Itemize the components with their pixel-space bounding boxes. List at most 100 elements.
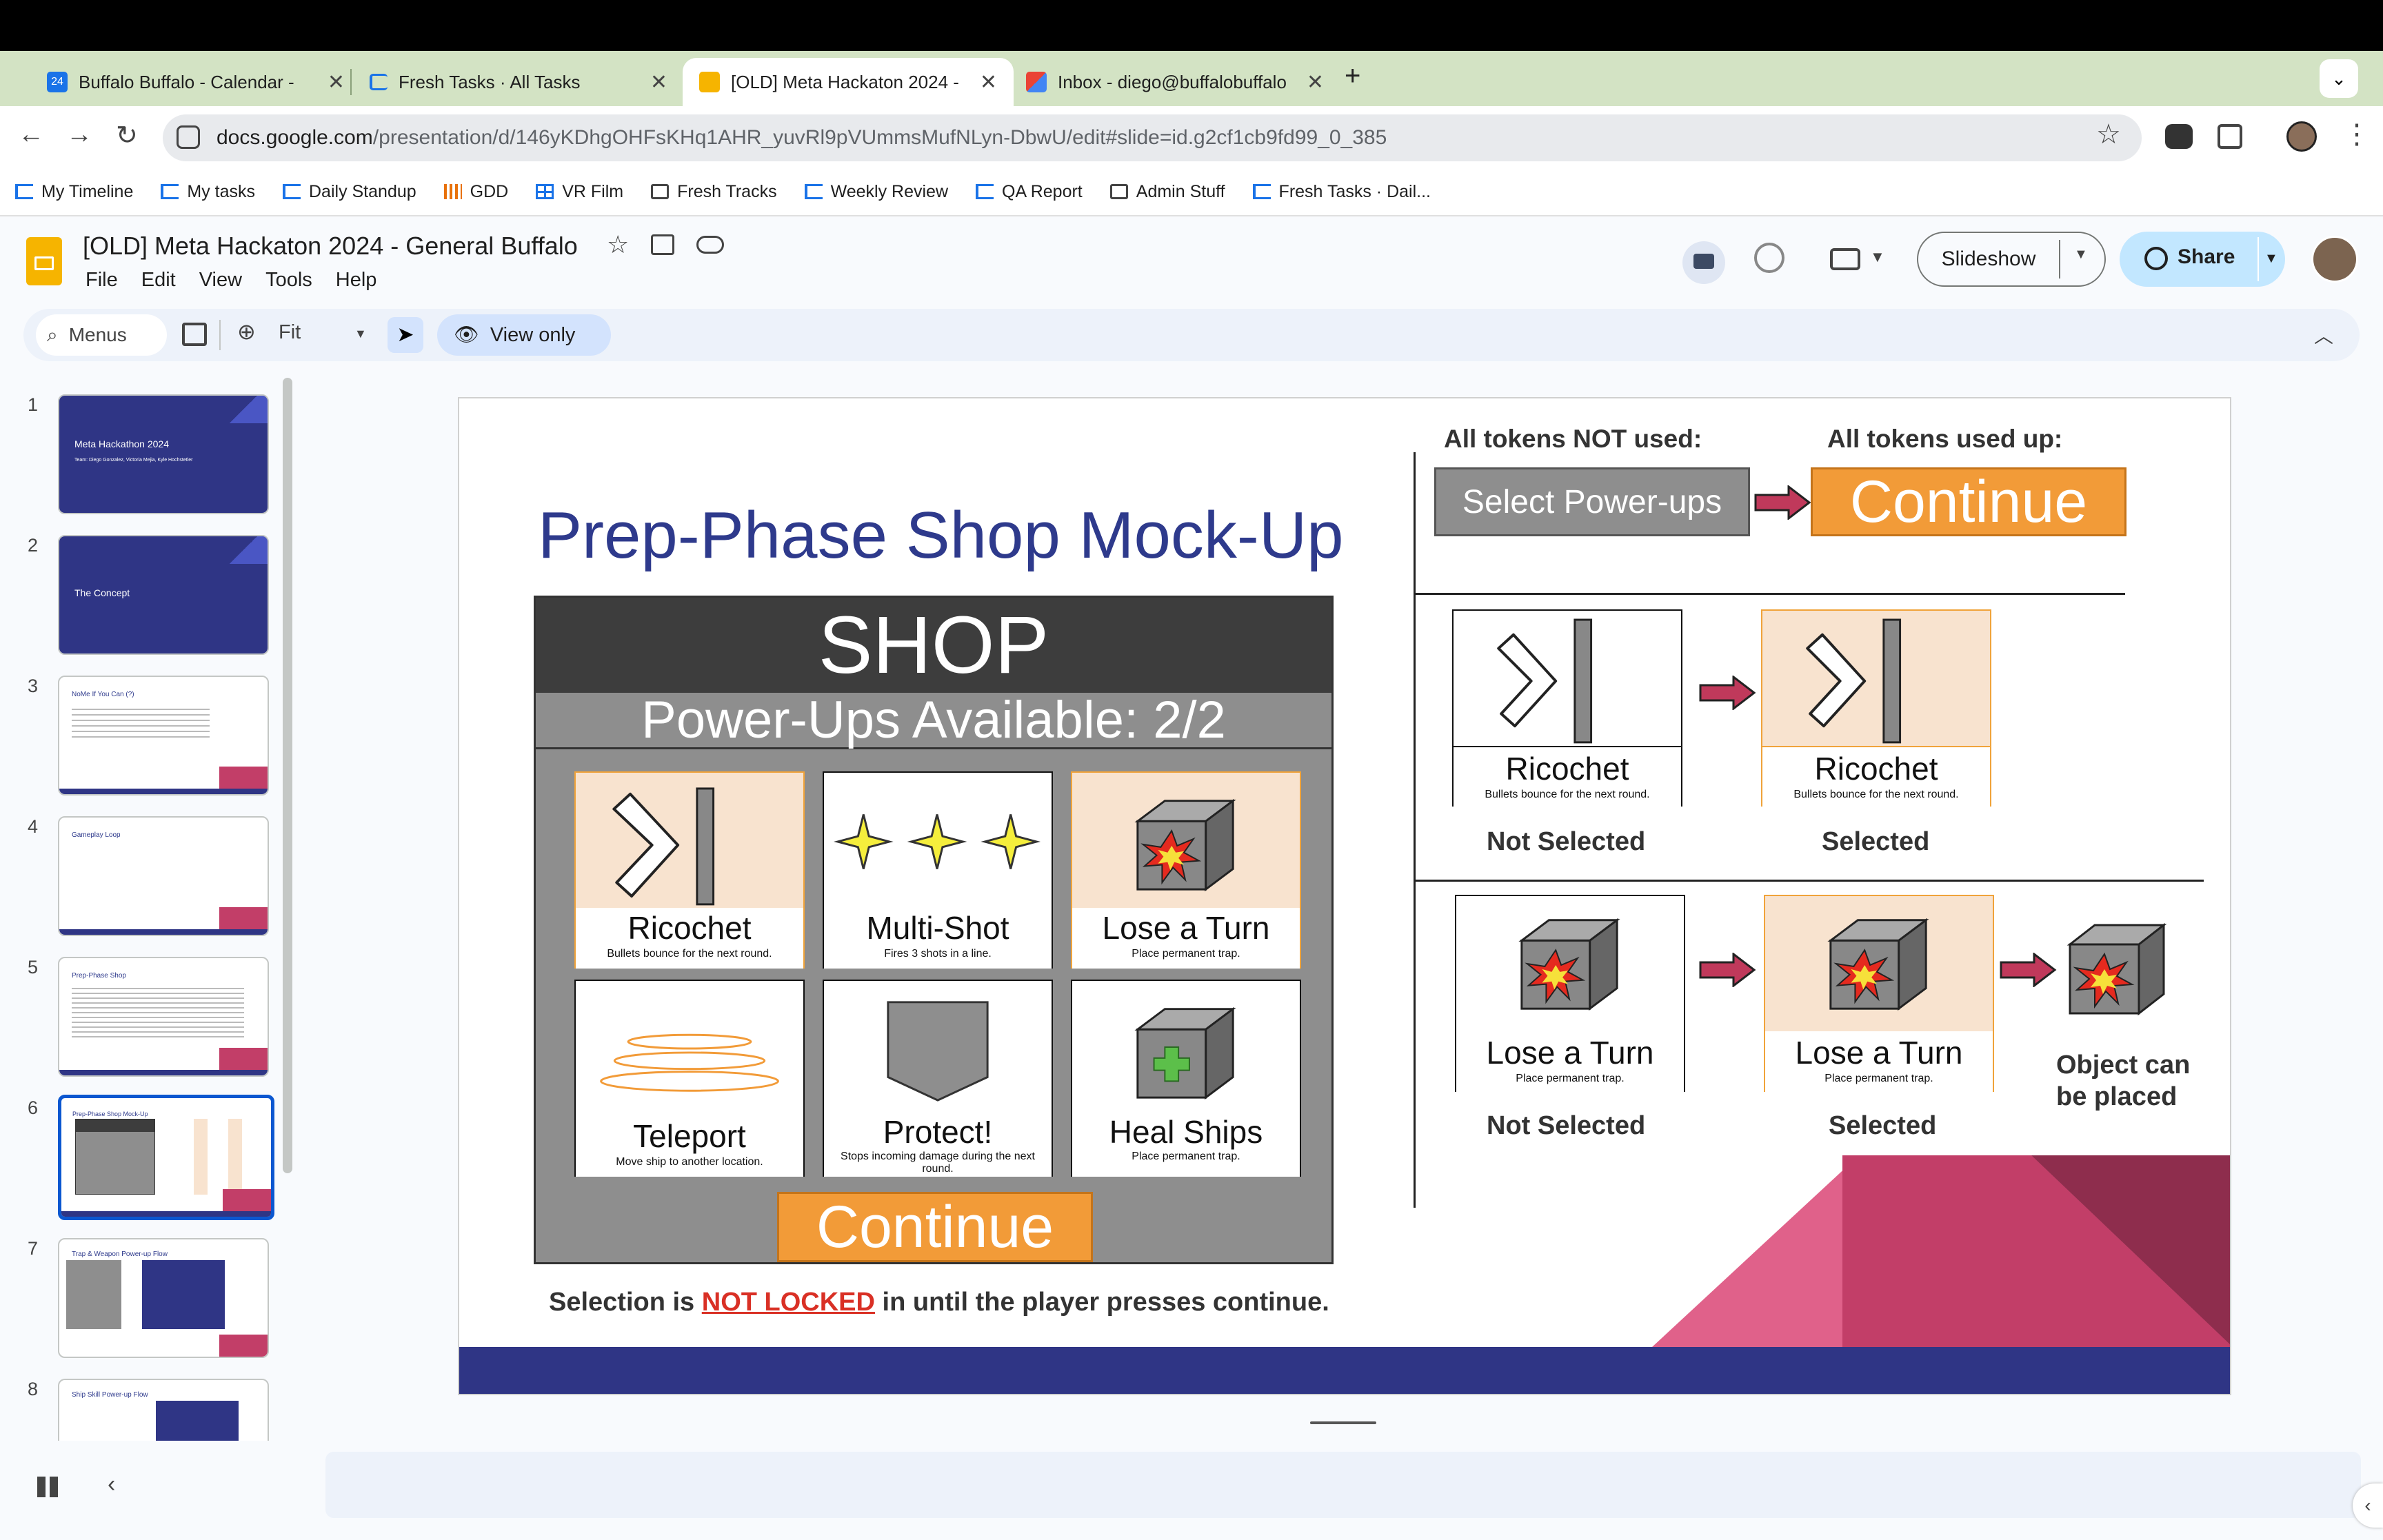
zoom-icon[interactable]: ⊕ (237, 318, 256, 345)
bookmark-label: Weekly Review (830, 181, 949, 201)
os-top-bar (0, 0, 2383, 51)
menu-help[interactable]: Help (336, 269, 377, 292)
meet-icon[interactable] (1830, 248, 1860, 270)
share-button[interactable]: Share (2178, 245, 2235, 269)
menu-edit[interactable]: Edit (141, 269, 176, 292)
profile-avatar[interactable] (2286, 121, 2317, 152)
print-icon[interactable] (182, 323, 207, 346)
url-bar[interactable]: docs.google.com/presentation/d/146yKDhgO… (163, 114, 2142, 161)
chevron-down-icon[interactable]: ▼ (354, 327, 367, 341)
slide-thumb-6[interactable]: Prep-Phase Shop Mock-Up (58, 1095, 274, 1220)
extensions-icon[interactable] (2218, 124, 2242, 149)
site-info-icon[interactable] (177, 125, 200, 149)
menu-view[interactable]: View (199, 269, 242, 292)
slides-logo[interactable] (26, 237, 62, 285)
card-teleport[interactable]: Teleport Move ship to another location. (574, 980, 805, 1177)
bookmarks-bar: My Timeline My tasks Daily Standup GDD V… (0, 168, 2383, 216)
speaker-notes[interactable] (325, 1452, 2361, 1518)
select-powerups-button[interactable]: Select Power-ups (1434, 467, 1750, 536)
thumb-image (156, 1401, 239, 1441)
slide-number: 1 (28, 394, 39, 415)
thumb-title: Meta Hackathon 2024 (74, 438, 169, 449)
star-icon[interactable]: ☆ (607, 230, 629, 259)
tab-title: Inbox - diego@buffalobuffalo (1058, 71, 1287, 92)
bookmark-gdd[interactable]: GDD (443, 182, 508, 202)
tab-search-icon[interactable]: ⌄ (2320, 59, 2358, 98)
browser-menu-icon[interactable]: ⋮ (2343, 119, 2371, 150)
thumb-footer (61, 1211, 271, 1217)
slide-thumb-4[interactable]: Gameplay Loop (58, 816, 269, 936)
flow-vertical-line (1414, 452, 1416, 1208)
tab-calendar[interactable]: 24 Buffalo Buffalo - Calendar - ✕ (30, 58, 361, 106)
menus-search[interactable]: ⌕ Menus (36, 314, 167, 356)
close-icon[interactable]: ✕ (1307, 70, 1324, 94)
close-icon[interactable]: ✕ (650, 70, 667, 94)
tab-fresh-tasks[interactable]: Fresh Tasks · All Tasks ✕ (353, 58, 684, 106)
bookmark-weekly-review[interactable]: Weekly Review (804, 181, 949, 202)
continue-button[interactable]: Continue (777, 1192, 1093, 1262)
divider (2258, 237, 2259, 281)
card-protect[interactable]: Protect! Stops incoming damage during th… (823, 980, 1053, 1177)
tab-inbox[interactable]: Inbox - diego@buffalobuffalo ✕ (1009, 58, 1340, 106)
slide-thumb-5[interactable]: Prep-Phase Shop (58, 957, 269, 1077)
doc-title[interactable]: [OLD] Meta Hackaton 2024 - General Buffa… (83, 232, 578, 261)
tab-slides[interactable]: [OLD] Meta Hackaton 2024 - ✕ (683, 58, 1014, 106)
notes-resize-handle[interactable] (1310, 1421, 1376, 1424)
back-icon[interactable]: ← (18, 120, 44, 150)
chevron-down-icon[interactable]: ▼ (2264, 251, 2278, 267)
comment-history-icon[interactable] (1682, 241, 1725, 284)
bookmark-admin-stuff[interactable]: Admin Stuff (1109, 182, 1225, 202)
zoom-select[interactable]: Fit (279, 321, 301, 344)
slide-thumb-8[interactable]: Ship Skill Power-up Flow (58, 1379, 269, 1441)
account-avatar[interactable] (2311, 236, 2358, 283)
move-to-drive-icon[interactable] (651, 234, 674, 255)
shield-icon (887, 1001, 989, 1102)
share-button-group: Share ▼ (2120, 232, 2285, 287)
bookmark-fresh-tracks[interactable]: Fresh Tracks (651, 182, 777, 202)
bookmark-vr-film[interactable]: VR Film (536, 182, 623, 202)
close-icon[interactable]: ✕ (328, 70, 345, 94)
slide-corner-decoration (1652, 1155, 2230, 1347)
chevron-down-icon[interactable]: ▼ (2074, 247, 2088, 263)
menu-tools[interactable]: Tools (265, 269, 312, 292)
extension-spy-icon[interactable] (2165, 124, 2193, 149)
slideshow-button[interactable]: Slideshow (1918, 233, 2059, 285)
forward-icon[interactable]: → (66, 120, 92, 150)
slide-thumb-1[interactable]: Meta Hackathon 2024 Team: Diego Gonzalez… (58, 394, 269, 514)
bookmark-daily-standup[interactable]: Daily Standup (283, 182, 416, 202)
card-ricochet[interactable]: Ricochet Bullets bounce for the next rou… (574, 771, 805, 969)
version-history-icon[interactable] (1754, 243, 1784, 273)
bookmark-my-timeline[interactable]: My Timeline (15, 182, 133, 202)
bookmark-star-icon[interactable]: ☆ (2096, 119, 2121, 150)
card-caption: Lose a Turn Place permanent trap. (1456, 1031, 1684, 1092)
card-heal-ships[interactable]: Heal Ships Place permanent trap. (1071, 980, 1301, 1177)
bookmark-qa-report[interactable]: QA Report (976, 182, 1083, 202)
menu-file[interactable]: File (86, 269, 118, 292)
slide-number: 8 (28, 1379, 39, 1399)
new-tab-icon[interactable]: + (1345, 61, 1360, 92)
view-only-button[interactable]: 👁 View only (437, 314, 611, 356)
bookmark-label: VR Film (562, 181, 624, 201)
folder-icon (1109, 184, 1128, 199)
collapse-filmstrip-icon[interactable]: ‹ (108, 1471, 115, 1498)
bookmark-my-tasks[interactable]: My tasks (161, 182, 255, 202)
reload-icon[interactable]: ↻ (116, 120, 138, 151)
task-icon (1252, 184, 1271, 199)
bookmark-fresh-tasks-daily[interactable]: Fresh Tasks · Dail... (1252, 182, 1431, 202)
object-placed-line-2: be placed (2056, 1082, 2178, 1112)
calendar-icon: 24 (47, 72, 68, 92)
slide-thumb-7[interactable]: Trap & Weapon Power-up Flow (58, 1238, 269, 1358)
filmstrip-scrollbar[interactable] (283, 378, 292, 1173)
card-multi-shot[interactable]: Multi-Shot Fires 3 shots in a line. (823, 771, 1053, 969)
slide-thumb-3[interactable]: NoMe If You Can (?) (58, 676, 269, 796)
arrow-icon (1699, 676, 1756, 710)
continue-preview-button[interactable]: Continue (1811, 467, 2126, 536)
card-lose-a-turn[interactable]: Lose a Turn Place permanent trap. (1071, 771, 1301, 969)
chevron-down-icon[interactable]: ▼ (1870, 248, 1885, 266)
slide-thumb-2[interactable]: The Concept (58, 535, 269, 655)
close-icon[interactable]: ✕ (980, 70, 997, 94)
select-cursor-icon[interactable]: ➤ (388, 317, 423, 353)
arrow-icon (2000, 953, 2057, 987)
grid-view-icon[interactable] (37, 1477, 58, 1497)
collapse-toolbar-icon[interactable]: ︿ (2314, 321, 2333, 349)
